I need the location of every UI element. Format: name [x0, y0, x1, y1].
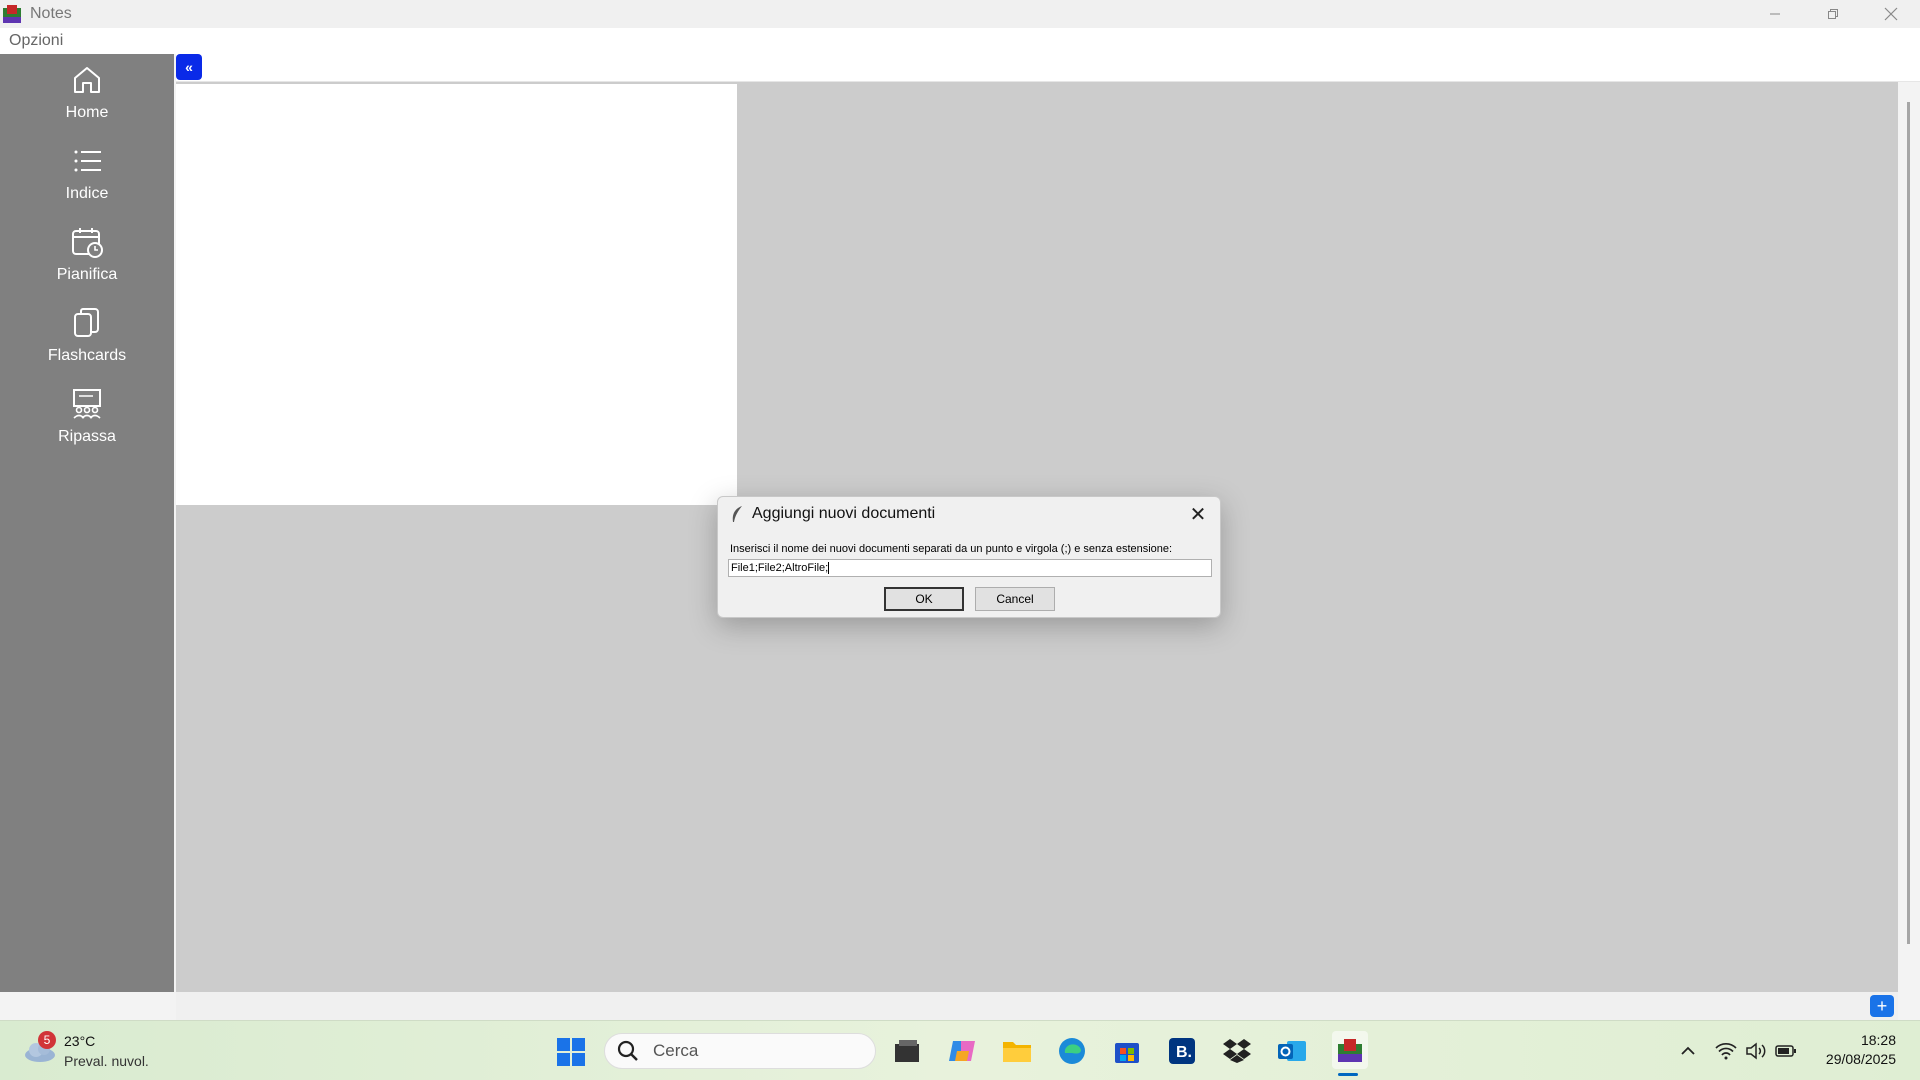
sidebar-item-home[interactable]: Home	[0, 62, 174, 142]
file-manager-icon	[895, 1040, 919, 1062]
dialog-title: Aggiungi nuovi documenti	[752, 505, 936, 522]
input-value: File1;File2;AltroFile;	[731, 562, 829, 574]
taskbar-dropbox[interactable]	[1221, 1035, 1253, 1067]
taskbar-edge[interactable]	[1056, 1035, 1088, 1067]
add-button[interactable]: +	[1870, 995, 1894, 1017]
weather-widget[interactable]: 5 23°C Preval. nuvol.	[22, 1031, 182, 1071]
title-bar: Notes	[0, 0, 1920, 28]
menu-bar: Opzioni	[0, 28, 1920, 54]
sidebar-item-indice[interactable]: Indice	[0, 143, 174, 223]
taskbar-booking[interactable]: B.	[1166, 1035, 1198, 1067]
dialog-close-button[interactable]: ✕	[1184, 501, 1212, 527]
document-names-input[interactable]: File1;File2;AltroFile;	[728, 559, 1212, 577]
clock-time: 18:28	[1860, 1032, 1896, 1048]
taskbar-notes-app[interactable]	[1332, 1031, 1368, 1069]
volume-icon	[1746, 1042, 1766, 1060]
sidebar-item-label: Indice	[65, 185, 109, 202]
battery-icon	[1775, 1045, 1796, 1057]
collapse-sidebar-button[interactable]: «	[176, 54, 202, 80]
explorer-folder-icon	[1003, 1042, 1031, 1062]
text-caret	[828, 562, 830, 575]
flashcards-icon	[74, 308, 99, 337]
sidebar-item-label: Pianifica	[56, 266, 118, 283]
tray-wifi[interactable]	[1714, 1039, 1738, 1063]
menu-opzioni[interactable]: Opzioni	[9, 32, 63, 50]
document-panel	[176, 84, 737, 505]
add-documents-dialog: Aggiungi nuovi documenti ✕ Inserisci il …	[717, 496, 1221, 618]
review-icon	[73, 389, 101, 419]
close-window-button[interactable]	[1862, 0, 1920, 28]
booking-icon: B.	[1169, 1038, 1195, 1064]
sidebar-item-flashcards[interactable]: Flashcards	[0, 305, 174, 385]
close-icon: ✕	[1189, 503, 1207, 526]
calendar-clock-icon	[72, 228, 103, 258]
dialog-title-bar: Aggiungi nuovi documenti ✕	[718, 497, 1220, 531]
taskbar-copilot[interactable]	[946, 1035, 978, 1067]
svg-text:B.: B.	[1176, 1044, 1192, 1061]
sidebar: Home Indice Pianifica Flashcards Ripassa	[0, 54, 174, 992]
close-icon	[1884, 7, 1898, 21]
taskbar-outlook[interactable]	[1276, 1035, 1308, 1067]
windows-start-icon	[557, 1038, 585, 1066]
home-icon	[74, 67, 100, 93]
taskbar-file-manager[interactable]	[891, 1035, 923, 1067]
top-strip	[176, 54, 1920, 82]
weather-description: Preval. nuvol.	[64, 1053, 149, 1069]
sidebar-item-label: Flashcards	[47, 347, 127, 364]
minimize-icon	[1770, 13, 1780, 15]
sidebar-item-label: Ripassa	[58, 428, 116, 445]
start-button[interactable]	[556, 1037, 586, 1067]
feather-icon	[732, 506, 742, 522]
taskbar-store[interactable]	[1111, 1035, 1143, 1067]
tray-volume[interactable]	[1744, 1039, 1768, 1063]
store-icon	[1115, 1043, 1139, 1063]
notes-app-icon	[2, 4, 22, 24]
restore-icon	[1828, 9, 1838, 19]
notes-app-icon	[1338, 1039, 1362, 1062]
search-placeholder: Cerca	[653, 1041, 699, 1060]
outlook-icon	[1278, 1041, 1306, 1061]
bottom-bar	[176, 992, 1898, 1020]
window-title: Notes	[30, 5, 72, 22]
tray-overflow-button[interactable]	[1676, 1039, 1700, 1063]
taskbar: 5 23°C Preval. nuvol. Cerca B. 18:28 29/…	[0, 1020, 1920, 1080]
wifi-icon	[1715, 1042, 1737, 1060]
sidebar-item-label: Home	[65, 104, 109, 121]
list-icon	[74, 150, 101, 172]
vertical-scrollbar[interactable]	[1907, 102, 1910, 944]
restore-button[interactable]	[1804, 0, 1862, 28]
dropbox-icon	[1223, 1039, 1251, 1063]
tray-battery[interactable]	[1774, 1039, 1798, 1063]
weather-alert-badge: 5	[38, 1031, 56, 1049]
window-controls	[1746, 0, 1920, 28]
active-app-indicator	[1338, 1073, 1358, 1076]
sidebar-item-ripassa[interactable]: Ripassa	[0, 386, 174, 466]
ok-button[interactable]: OK	[884, 587, 964, 611]
minimize-button[interactable]	[1746, 0, 1804, 28]
copilot-icon	[949, 1041, 975, 1061]
sidebar-item-pianifica[interactable]: Pianifica	[0, 224, 174, 304]
dialog-prompt: Inserisci il nome dei nuovi documenti se…	[730, 543, 1173, 555]
cancel-button[interactable]: Cancel	[975, 587, 1055, 611]
weather-temperature: 23°C	[64, 1033, 96, 1049]
search-icon	[617, 1040, 638, 1061]
clock-date: 29/08/2025	[1825, 1051, 1896, 1067]
taskbar-explorer[interactable]	[1001, 1035, 1033, 1067]
taskbar-search[interactable]: Cerca	[604, 1033, 876, 1069]
chevron-up-icon	[1681, 1046, 1695, 1055]
taskbar-clock[interactable]: 18:28 29/08/2025	[1826, 1031, 1896, 1069]
edge-icon	[1059, 1038, 1085, 1064]
